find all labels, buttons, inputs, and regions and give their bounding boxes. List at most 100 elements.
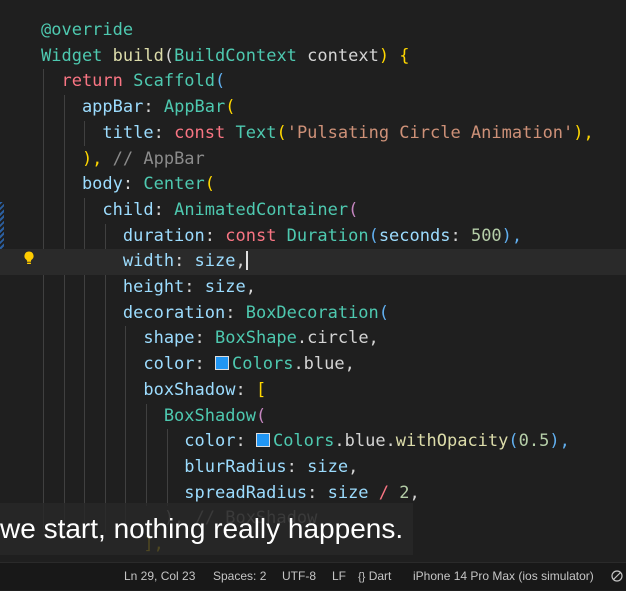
code-token: ( (348, 199, 359, 220)
code-token: : (204, 225, 226, 246)
code-line[interactable]: color: Colors.blue, (0, 352, 626, 378)
code-token: : (225, 302, 246, 323)
code-token: child (41, 199, 154, 220)
eol-setting[interactable]: LF (332, 563, 346, 590)
code-token: build (112, 45, 164, 66)
code-token: BoxShape (215, 328, 297, 349)
code-line[interactable]: Widget build(BuildContext context) { (0, 44, 626, 70)
code-token: / (378, 482, 400, 503)
code-token: AppBar (163, 97, 226, 118)
code-token: context (307, 45, 379, 66)
code-line[interactable]: appBar: AppBar( (0, 95, 626, 121)
encoding-setting[interactable]: UTF-8 (282, 563, 316, 590)
code-line[interactable]: blurRadius: size, (0, 455, 626, 481)
code-line[interactable]: title: const Text('Pulsating Circle Anim… (0, 121, 626, 147)
code-token: const (225, 225, 287, 246)
code-token: shape (41, 328, 195, 349)
code-line[interactable]: height: size, (0, 275, 626, 301)
cursor-position[interactable]: Ln 29, Col 23 (124, 563, 195, 590)
code-token: const (174, 122, 236, 143)
code-token: color (41, 354, 195, 375)
code-token: seconds (378, 225, 451, 246)
code-token: ), (573, 122, 594, 143)
code-token: : (235, 379, 256, 400)
indentation-setting[interactable]: Spaces: 2 (213, 563, 266, 590)
language-label: Dart (368, 569, 392, 583)
code-token: : (194, 354, 216, 375)
code-line[interactable]: color: Colors.blue.withOpacity(0.5), (0, 429, 626, 455)
code-token: Colors (232, 354, 294, 375)
code-line[interactable]: boxShadow: [ (0, 378, 626, 404)
code-token: blurRadius (41, 456, 287, 477)
code-token: title (41, 122, 154, 143)
code-token: ( (255, 405, 267, 426)
code-token: Center (143, 174, 205, 195)
color-swatch-icon[interactable] (215, 356, 230, 371)
color-swatch-icon[interactable] (255, 433, 270, 448)
code-token: : (143, 97, 164, 118)
code-editor[interactable]: @override Widget build(BuildContext conte… (0, 0, 626, 562)
lightbulb-icon[interactable] (21, 250, 37, 266)
code-token: ), (501, 225, 523, 246)
code-token: : (286, 456, 308, 477)
code-token: height (41, 277, 185, 297)
code-token: ( (276, 122, 287, 143)
code-token: : (184, 277, 205, 297)
code-token: : (194, 328, 216, 349)
code-token: size (307, 456, 349, 477)
code-token: Duration (286, 225, 369, 246)
text-cursor (245, 251, 248, 271)
language-mode[interactable]: {} Dart (358, 563, 391, 590)
code-line[interactable]: BoxShadow( (0, 404, 626, 430)
code-line[interactable]: @override (0, 18, 626, 44)
code-token: 0.5 (518, 431, 550, 452)
code-token: ( (225, 97, 236, 118)
code-line[interactable]: body: Center( (0, 172, 626, 198)
code-token: ( (204, 174, 216, 195)
code-token: ( (215, 71, 226, 92)
code-line[interactable]: ), // AppBar (0, 147, 626, 173)
code-token: color (41, 431, 236, 452)
code-line[interactable]: shape: BoxShape.circle, (0, 326, 626, 352)
code-token: return (41, 71, 134, 92)
video-subtitle: we start, nothing really happens. (0, 503, 414, 555)
code-token: body (41, 174, 123, 195)
code-token: Widget (41, 45, 113, 66)
code-token: , (245, 277, 256, 297)
device-selector[interactable]: iPhone 14 Pro Max (ios simulator) (413, 563, 594, 590)
code-token: AnimatedContainer (174, 199, 349, 220)
code-line[interactable]: child: AnimatedContainer( (0, 198, 626, 224)
code-token: : (122, 174, 144, 195)
code-token: ) { (378, 45, 410, 66)
code-line[interactable]: width: size, (0, 249, 626, 275)
no-entry-icon[interactable] (611, 563, 623, 590)
code-token: width (41, 251, 175, 272)
code-token: Scaffold (133, 71, 216, 92)
code-token: [ (255, 379, 267, 400)
code-line[interactable]: duration: const Duration(seconds: 500), (0, 224, 626, 250)
code-token: spreadRadius (41, 482, 308, 503)
code-token: ( (508, 431, 519, 452)
code-token: : (174, 251, 195, 272)
code-token: duration (41, 225, 205, 246)
code-token: , (348, 456, 359, 477)
code-token: // AppBar (102, 148, 205, 169)
code-token: ( (378, 302, 390, 323)
code-token: size (204, 277, 246, 297)
code-token: : (153, 122, 175, 143)
code-line[interactable]: decoration: BoxDecoration( (0, 301, 626, 327)
code-token: , (409, 482, 420, 503)
code-token: size (194, 251, 236, 272)
code-token: 500 (470, 225, 502, 246)
code-token: @override (41, 20, 134, 40)
code-token: .blue. (334, 431, 396, 452)
code-line[interactable]: return Scaffold( (0, 69, 626, 95)
code-token: ( (368, 225, 379, 246)
code-token: ), (41, 148, 103, 169)
code-token: boxShadow (41, 379, 236, 400)
code-token: ), (549, 431, 570, 452)
code-token: : (153, 199, 175, 220)
code-token: BoxDecoration (245, 302, 379, 323)
code-token: Text (235, 122, 277, 143)
code-token: withOpacity (395, 431, 509, 452)
